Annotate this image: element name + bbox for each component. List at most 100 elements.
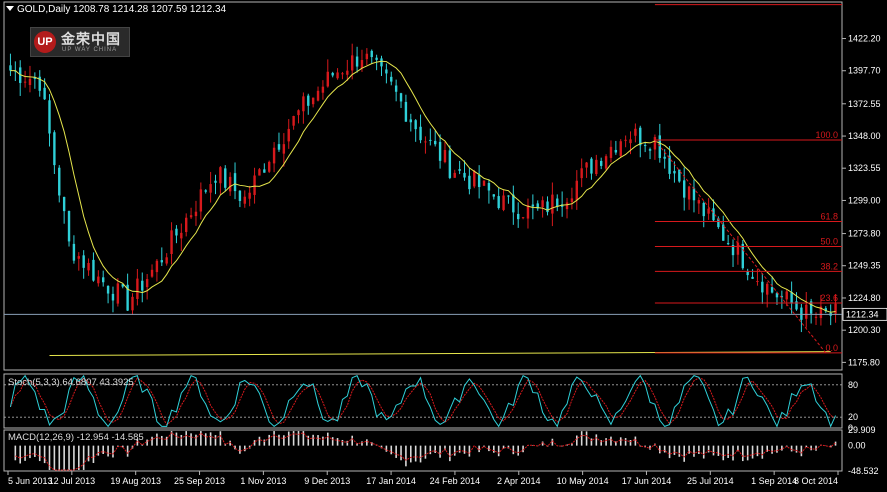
candle-body: [482, 180, 486, 186]
x-axis-tick-label: 1 Nov 2013: [240, 476, 286, 486]
candle-body: [67, 210, 71, 242]
candle-body: [145, 279, 149, 288]
candle-body: [106, 285, 110, 294]
candle-body: [707, 208, 710, 214]
candle-body: [438, 141, 442, 161]
logo-mark: UP: [34, 31, 56, 53]
candle-body: [531, 204, 535, 207]
logo-sub: UP WAY CHINA: [62, 47, 118, 53]
candle-body: [238, 190, 242, 202]
trading-chart[interactable]: 1422.20 1397.70 1372.55 1348.00 1323.55 1299.…: [0, 0, 887, 492]
candle-body: [58, 167, 61, 196]
candle-body: [23, 81, 27, 83]
candle-body: [204, 190, 207, 192]
candle-body: [336, 72, 339, 79]
macd-title: MACD(12,26,9) -12.954 -14.585: [8, 432, 144, 443]
candle-body: [526, 205, 530, 219]
candle-body: [639, 127, 642, 146]
candle-body: [48, 100, 51, 134]
price-y-tick-label: 1299.00: [848, 195, 881, 205]
macd-y-tick-label: 0.00: [848, 441, 866, 451]
candle-body: [131, 296, 134, 311]
candle-body: [292, 116, 295, 126]
candle-body: [663, 156, 666, 159]
candle-body: [614, 149, 618, 153]
logo-brand: 金荣中国: [61, 32, 121, 48]
candle-body: [160, 260, 163, 263]
candle-body: [409, 119, 412, 123]
candle-body: [790, 292, 793, 304]
candle-body: [800, 307, 803, 320]
fib-level-label: 61.8: [820, 211, 838, 221]
candle-body: [575, 180, 578, 201]
current-price-label: 1212.34: [846, 309, 879, 319]
candle-body: [375, 57, 378, 60]
x-axis-tick-label: 25 Sep 2013: [174, 476, 225, 486]
candle-body: [497, 196, 500, 209]
candle-body: [673, 170, 676, 174]
candle-body: [209, 184, 212, 193]
candle-body: [419, 126, 422, 141]
ohlc-values: 1208.78 1214.28 1207.59 1212.34: [73, 4, 227, 15]
dropdown-triangle-icon[interactable]: [6, 6, 14, 11]
candle-body: [595, 159, 598, 175]
candle-body: [541, 200, 544, 208]
candle-body: [355, 56, 359, 67]
candle-body: [62, 196, 66, 212]
candle-body: [604, 156, 608, 169]
candle-body: [321, 86, 325, 93]
candle-body: [653, 137, 657, 150]
candle-body: [756, 280, 759, 282]
candle-body: [170, 230, 173, 255]
candle-body: [692, 188, 696, 201]
candle-body: [658, 135, 661, 158]
price-y-tick-label: 1397.70: [848, 66, 881, 76]
candle-body: [277, 144, 281, 150]
candle-body: [326, 71, 329, 87]
candle-body: [390, 76, 393, 82]
candle-body: [565, 202, 569, 210]
candle-body: [600, 160, 603, 166]
candle-body: [521, 217, 525, 219]
candle-body: [590, 158, 593, 174]
candle-body: [136, 278, 139, 299]
price-y-tick-label: 1348.00: [848, 131, 881, 141]
candle-body: [687, 186, 691, 200]
chart-header: GOLD,Daily 1208.78 1214.28 1207.59 1212.…: [6, 4, 226, 15]
candle-body: [683, 180, 686, 198]
candle-body: [443, 150, 447, 163]
candle-body: [297, 110, 300, 116]
candle-body: [287, 128, 290, 142]
candle-body: [102, 277, 105, 283]
candle-body: [492, 194, 495, 197]
candle-body: [53, 132, 56, 166]
candle-body: [175, 228, 178, 236]
candle-body: [512, 194, 515, 213]
candle-body: [263, 169, 266, 173]
candle-body: [468, 175, 471, 190]
candle-body: [351, 55, 354, 71]
x-axis-tick-label: 9 Dec 2013: [304, 476, 350, 486]
candle-body: [697, 200, 701, 204]
stoch-y-tick-label: 20: [848, 412, 858, 422]
candle-body: [228, 176, 232, 192]
candle-body: [385, 69, 388, 74]
x-axis-tick-label: 17 Jun 2014: [622, 476, 672, 486]
candle-body: [72, 243, 76, 261]
candle-body: [97, 276, 100, 284]
candle-body: [770, 287, 774, 293]
candle-body: [243, 196, 246, 204]
candle-body: [189, 215, 193, 218]
candle-body: [331, 72, 334, 76]
candle-body: [414, 120, 417, 130]
candle-body: [180, 232, 183, 239]
price-y-tick-label: 1372.55: [848, 99, 881, 109]
candle-body: [199, 189, 203, 212]
stoch-title: Stoch(5,3,3) 64.6807 43.3925: [8, 377, 134, 388]
candle-body: [28, 78, 32, 86]
candle-body: [111, 293, 115, 301]
candle-body: [477, 174, 481, 188]
candle-body: [766, 283, 769, 295]
candle-body: [580, 168, 583, 179]
candle-body: [268, 161, 271, 172]
